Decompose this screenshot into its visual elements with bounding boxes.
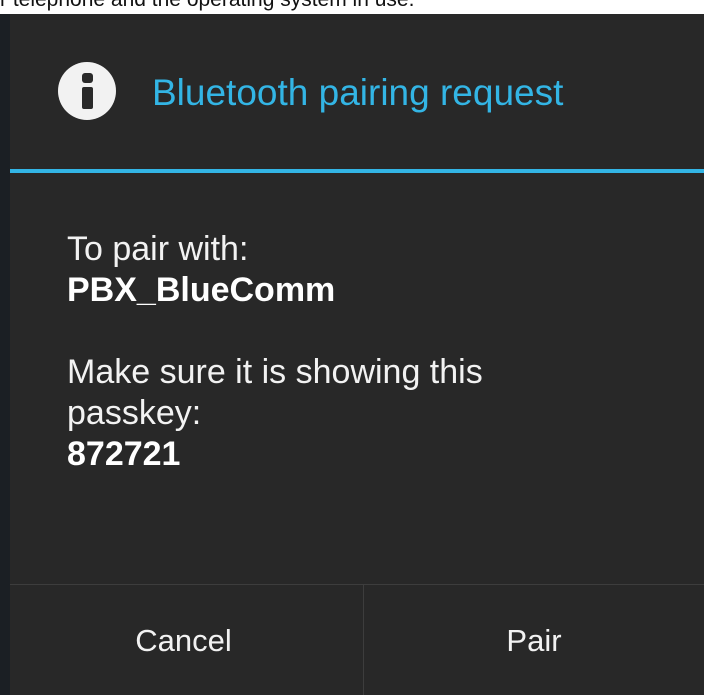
passkey-instruction-line1: Make sure it is showing this: [67, 353, 483, 391]
cancel-button[interactable]: Cancel: [10, 585, 357, 695]
dialog-button-bar: Cancel Pair: [10, 584, 704, 695]
background-edge: [0, 14, 10, 695]
passkey-instruction-line2: passkey:: [67, 394, 202, 432]
pair-with-label: To pair with:: [67, 230, 249, 268]
pair-button[interactable]: Pair: [364, 585, 704, 695]
info-icon-dot: [82, 73, 93, 83]
screenshot-stage: r telephone and the operating system in …: [0, 0, 704, 695]
info-icon: [58, 62, 116, 120]
page-caption-text: r telephone and the operating system in …: [0, 0, 414, 11]
bluetooth-pairing-dialog: Bluetooth pairing request To pair with: …: [10, 14, 704, 695]
dialog-title-bar: Bluetooth pairing request: [10, 14, 704, 168]
dialog-title: Bluetooth pairing request: [152, 72, 564, 113]
passkey-value: 872721: [67, 435, 181, 473]
device-name: PBX_BlueComm: [67, 271, 336, 309]
dialog-message: To pair with: PBX_BlueComm Make sure it …: [67, 229, 687, 475]
title-divider: [10, 169, 704, 173]
info-icon-stem: [82, 87, 93, 109]
